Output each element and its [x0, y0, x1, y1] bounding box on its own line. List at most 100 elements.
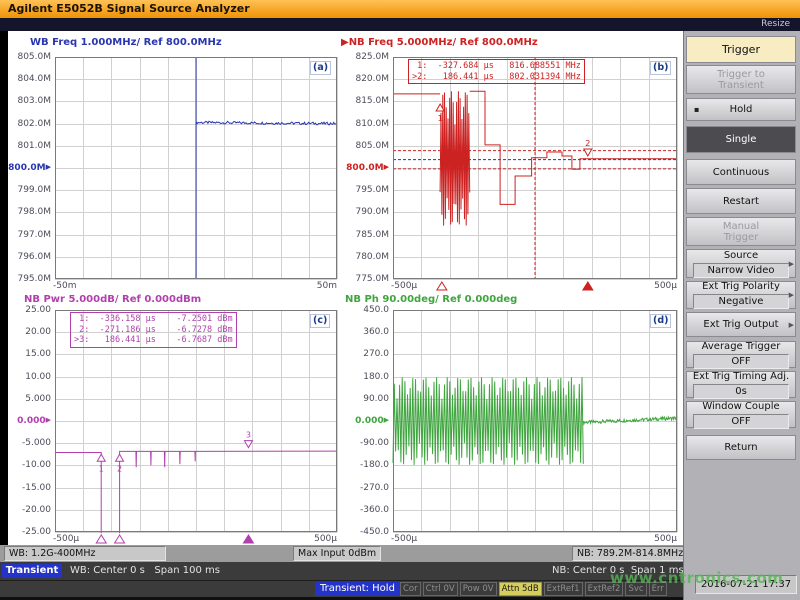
graph-nb-freq[interactable]: 12: [393, 57, 677, 279]
y-tick-label: 5.000: [7, 394, 51, 404]
submenu-arrow-icon: ▶: [789, 320, 794, 331]
softkey-label: ManualTrigger: [723, 221, 759, 243]
softkey-label: Trigger toTransient: [717, 69, 765, 91]
y-tick-label: 801.0M: [7, 141, 51, 151]
svg-text:1: 1: [99, 464, 104, 473]
softkey-source[interactable]: Source Narrow Video▶: [686, 249, 796, 278]
y-tick-label: 270.0: [345, 349, 389, 359]
x-tick-label-right: 500µ: [303, 534, 337, 544]
menu-bar: Resize: [0, 18, 800, 31]
x-tick-label-left: -50m: [53, 281, 76, 291]
indicator-svc: Svc: [625, 582, 646, 596]
panel-label-c: (c): [310, 314, 330, 328]
softkey-hold[interactable]: ▪Hold: [686, 98, 796, 121]
x-tick-label-right: 500µ: [643, 281, 677, 291]
plots-area: WB Freq 1.000MHz/ Ref 800.0MHz ▶NB Freq …: [8, 31, 684, 545]
y-tick-label: 790.0M: [345, 207, 389, 217]
softkey-continuous[interactable]: Continuous: [686, 159, 796, 185]
y-tick-label: -360.0: [345, 505, 389, 515]
y-tick-label: 775.0M: [345, 274, 389, 284]
marker-readout-c: 1: -336.158 µs -7.2501 dBm 2: -271.186 µ…: [70, 312, 237, 348]
indicator-extref2: ExtRef2: [585, 582, 624, 596]
softkey-trigger[interactable]: Trigger: [686, 36, 796, 63]
indicator-attn-5db: Attn 5dB: [499, 582, 542, 596]
x-tick-label-left: -500µ: [391, 281, 417, 291]
softkey-menu: Trigger Trigger toTransient ▪Hold Single Con…: [683, 31, 800, 600]
softkey-label: Continuous: [713, 167, 769, 178]
indicator-err: Err: [649, 582, 667, 596]
nb-range-status: NB: 789.2M-814.8MHz: [572, 546, 688, 561]
y-tick-label: -25.00: [7, 527, 51, 537]
svg-text:2: 2: [117, 464, 122, 473]
submenu-arrow-icon: ▶: [789, 259, 794, 270]
instrument-screen: Agilent E5052B Signal Source Analyzer Re…: [0, 0, 800, 600]
softkey-label: Source: [724, 250, 758, 261]
indicator-row: CorCtrl 0VPow 0VAttn 5dBExtRef1ExtRef2Sv…: [400, 582, 667, 596]
softkey-average-trigger[interactable]: Average TriggerOFF: [686, 341, 796, 368]
plot-canvas-b: 12: [393, 57, 677, 293]
softkey-value: OFF: [693, 354, 789, 369]
selected-dot-icon: ▪: [694, 104, 699, 115]
softkey-value: Narrow Video: [693, 263, 789, 278]
max-input-status: Max Input 0dBm: [293, 546, 381, 561]
y-tick-label: 802.0M: [7, 119, 51, 129]
y-tick-label: 799.0M: [7, 185, 51, 195]
y-tick-label: 796.0M: [7, 252, 51, 262]
y-tick-label: 0.000▶: [345, 416, 389, 426]
x-tick-label-right: 50m: [303, 281, 337, 291]
trace-title-nb-freq: ▶NB Freq 5.000MHz/ Ref 800.0MHz: [341, 37, 538, 48]
submenu-arrow-icon: ▶: [789, 290, 794, 301]
datetime-display: 2016-07-21 17:37: [695, 575, 797, 594]
y-tick-label: 780.0M: [345, 252, 389, 262]
y-tick-label: 805.0M: [7, 52, 51, 62]
marker-readout-b: 1: -327.684 µs 816.688551 MHz >2: 186.44…: [408, 59, 585, 84]
y-tick-label: 810.0M: [345, 119, 389, 129]
svg-text:1: 1: [438, 114, 443, 123]
y-tick-label: 800.0M▶: [7, 163, 51, 173]
indicator-cor: Cor: [400, 582, 421, 596]
x-tick-label-left: -500µ: [391, 534, 417, 544]
softkey-ext-trig-timing-adj[interactable]: Ext Trig Timing Adj.0s: [686, 371, 796, 398]
trace-title-wb-freq: WB Freq 1.000MHz/ Ref 800.0MHz: [30, 37, 222, 48]
y-tick-label: 90.00: [345, 394, 389, 404]
softkey-label: Ext Trig Polarity: [702, 281, 780, 292]
graph-nb-phase[interactable]: [393, 310, 677, 532]
softkey-label: Restart: [723, 196, 759, 207]
plot-canvas-d: [393, 310, 677, 546]
y-tick-label: 795.0M: [345, 185, 389, 195]
resize-control[interactable]: Resize: [761, 19, 790, 29]
y-tick-label: 25.00: [7, 305, 51, 315]
window-title: Agilent E5052B Signal Source Analyzer: [0, 0, 800, 18]
softkey-window-couple[interactable]: Window CoupleOFF: [686, 401, 796, 428]
softkey-value: OFF: [693, 414, 789, 429]
softkey-return[interactable]: Return: [686, 435, 796, 460]
trace-title-nb-power: NB Pwr 5.000dB/ Ref 0.000dBm: [24, 294, 201, 305]
y-tick-label: 0.000▶: [7, 416, 51, 426]
softkey-value: Negative: [693, 294, 789, 309]
softkey-label: Ext Trig Output: [703, 319, 778, 330]
y-tick-label: -5.000: [7, 438, 51, 448]
mode-badge: Transient: [2, 564, 62, 578]
softkey-ext-trig-output[interactable]: Ext Trig Output ▶: [686, 312, 796, 337]
panel-label-d: (d): [650, 314, 671, 328]
softkey-label: Ext Trig Timing Adj.: [693, 371, 789, 382]
graph-wb-freq[interactable]: [55, 57, 337, 279]
softkey-restart[interactable]: Restart: [686, 188, 796, 214]
softkey-single[interactable]: Single: [686, 126, 796, 153]
range-status-strip: WB: 1.2G-400MHz Max Input 0dBm NB: 789.2…: [0, 545, 683, 562]
indicator-extref1: ExtRef1: [544, 582, 583, 596]
panel-label-a: (a): [310, 61, 331, 75]
y-tick-label: 804.0M: [7, 74, 51, 84]
softkey-label: Single: [726, 134, 757, 145]
y-tick-label: 815.0M: [345, 96, 389, 106]
y-tick-label: -90.00: [345, 438, 389, 448]
instrument-status-bar: Transient: Hold CorCtrl 0VPow 0VAttn 5dB…: [0, 580, 683, 597]
softkey-ext-trig-polarity[interactable]: Ext Trig Polarity Negative▶: [686, 281, 796, 309]
softkey-label: Return: [724, 442, 757, 453]
y-tick-label: 785.0M: [345, 230, 389, 240]
y-tick-label: 360.0: [345, 327, 389, 337]
y-tick-label: 803.0M: [7, 96, 51, 106]
sweep-status-bar: Transient WB: Center 0 s Span 100 ms NB:…: [0, 562, 683, 580]
x-tick-label-right: 500µ: [643, 534, 677, 544]
y-tick-label: 795.0M: [7, 274, 51, 284]
